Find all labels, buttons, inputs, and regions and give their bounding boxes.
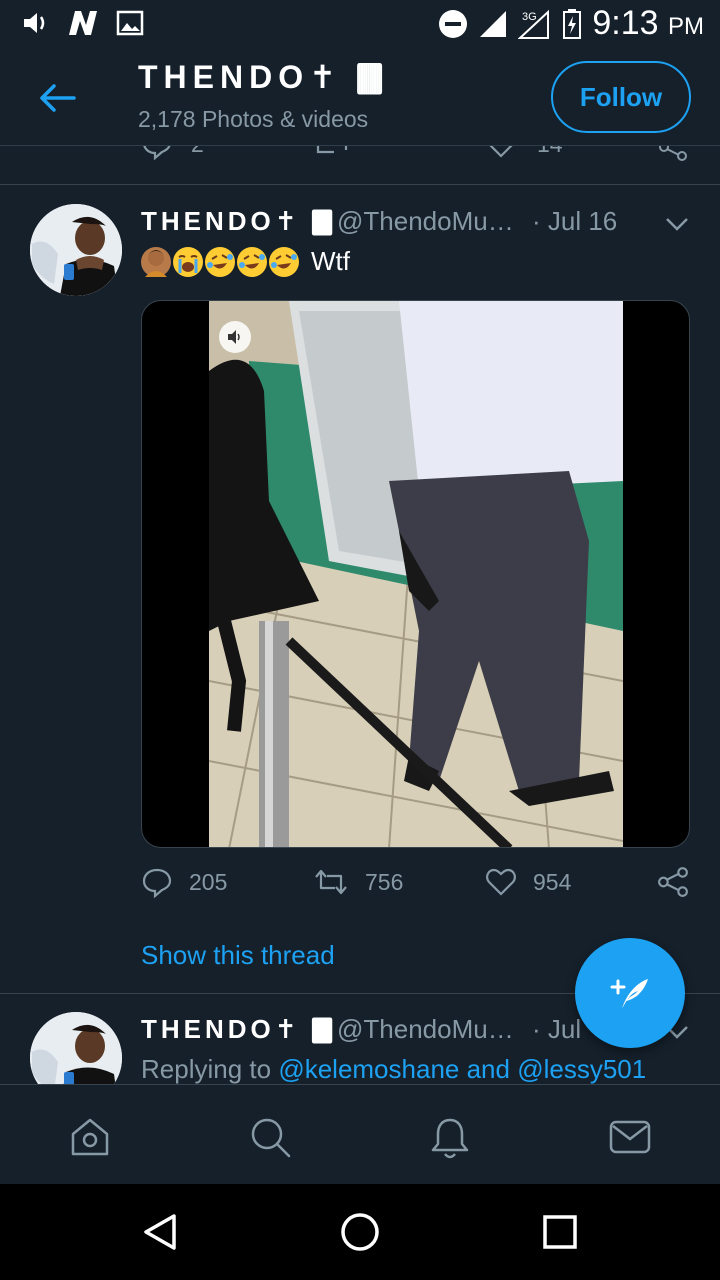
rolling-laughing-emoji — [237, 246, 267, 277]
status-bar: 3G 9:13 PM — [0, 0, 720, 52]
compose-feather-icon — [610, 979, 648, 1009]
search-icon — [251, 1118, 291, 1158]
replying-to-label: Replying to — [141, 1054, 279, 1084]
avatar[interactable] — [30, 204, 122, 296]
tweet-actions: 205 756 954 — [141, 866, 690, 906]
loudly-crying-face-emoji — [173, 246, 203, 277]
mention-link[interactable]: @kelemoshane — [278, 1054, 459, 1084]
android-back-button[interactable] — [138, 1210, 182, 1254]
reply-icon — [142, 868, 172, 898]
prev-retweet-action[interactable] — [314, 146, 350, 165]
avatar-photo — [30, 1012, 122, 1084]
svg-text:3G: 3G — [522, 11, 537, 23]
tweet-date[interactable]: · Jul 16 — [532, 206, 617, 237]
heart-icon — [489, 146, 513, 158]
prev-reply-count: 2 — [191, 146, 204, 158]
video-still — [209, 301, 623, 847]
retweet-count: 756 — [365, 868, 404, 895]
signal-icon — [480, 10, 507, 37]
reply-action[interactable]: 205 — [141, 866, 227, 898]
android-navigation-bar — [0, 1184, 720, 1280]
person-gesturing-no-emoji — [141, 246, 171, 277]
android-recents-button[interactable] — [538, 1210, 582, 1254]
retweet-action[interactable]: 756 — [313, 866, 403, 898]
mention-link[interactable]: @lessy501 — [517, 1054, 646, 1084]
reply-icon — [143, 146, 171, 160]
signal-3g-icon: 3G — [518, 9, 550, 39]
tweet-body-text: Wtf — [311, 246, 350, 276]
tab-search[interactable] — [246, 1113, 294, 1161]
share-action[interactable] — [657, 866, 689, 898]
tweet-author-name[interactable]: THENDO✝︎ 🀫 — [141, 1014, 336, 1046]
prev-like-action[interactable]: 14 — [485, 146, 563, 160]
share-icon — [658, 867, 688, 897]
home-icon — [71, 1118, 109, 1156]
follow-button[interactable]: Follow — [551, 61, 691, 133]
and-text: and — [459, 1054, 518, 1084]
rolling-laughing-emoji — [269, 246, 299, 277]
divider — [0, 184, 720, 185]
profile-name: THENDO✝︎ 🀫 — [138, 59, 389, 95]
profile-header: THENDO✝︎ 🀫 2,178 Photos & videos Follow — [0, 52, 720, 146]
tweet-video[interactable] — [141, 300, 690, 848]
tweet-menu-button[interactable] — [662, 212, 692, 236]
bottom-tab-bar — [0, 1084, 720, 1184]
video-frame — [209, 301, 623, 847]
n-app-icon — [69, 11, 97, 35]
chevron-down-icon — [666, 218, 688, 231]
tweet-date[interactable]: · Jul — [532, 1014, 581, 1045]
mute-toggle[interactable] — [219, 321, 251, 353]
tweet-author-name[interactable]: THENDO✝︎ 🀫 — [141, 206, 336, 238]
image-icon — [116, 10, 144, 36]
mail-icon — [609, 1120, 651, 1154]
reply-count: 205 — [189, 868, 228, 895]
like-count: 954 — [533, 868, 572, 895]
replying-to-line: Replying to @kelemoshane and @lessy501 — [141, 1054, 646, 1084]
volume-icon — [24, 13, 45, 33]
tab-home[interactable] — [66, 1113, 114, 1161]
tweet-text: Wtf — [141, 246, 350, 277]
battery-charging-icon — [563, 8, 582, 39]
tweet-author-handle[interactable]: @ThendoMu… — [337, 206, 514, 237]
previous-tweet-actions: 2 14 — [0, 146, 720, 184]
media-count: 2,178 Photos & videos — [138, 106, 369, 132]
android-home-button[interactable] — [338, 1210, 382, 1254]
speaker-icon — [228, 330, 240, 344]
triangle-back-icon — [144, 1214, 176, 1250]
prev-share-action[interactable] — [658, 146, 688, 167]
share-icon — [659, 146, 687, 161]
prev-reply-action[interactable]: 2 — [141, 146, 204, 160]
prev-like-count: 14 — [537, 146, 563, 158]
do-not-disturb-icon — [439, 9, 468, 38]
bell-icon — [431, 1118, 469, 1159]
clock: 9:13 PM — [592, 4, 704, 42]
circle-home-icon — [341, 1213, 379, 1251]
heart-icon — [486, 868, 516, 896]
retweet-icon — [315, 869, 347, 895]
like-action[interactable]: 954 — [485, 866, 571, 898]
show-thread-link[interactable]: Show this thread — [141, 940, 335, 971]
tab-messages[interactable] — [606, 1113, 654, 1161]
avatar[interactable] — [30, 1012, 122, 1084]
back-button[interactable] — [34, 78, 80, 118]
avatar-photo — [30, 204, 122, 296]
tab-notifications[interactable] — [426, 1113, 474, 1161]
arrow-left-icon — [40, 84, 76, 112]
square-recents-icon — [543, 1215, 577, 1249]
retweet-icon — [316, 146, 348, 154]
rolling-laughing-emoji — [205, 246, 235, 277]
compose-tweet-button[interactable] — [575, 938, 685, 1048]
tweet-author-handle[interactable]: @ThendoMu… — [337, 1014, 514, 1045]
